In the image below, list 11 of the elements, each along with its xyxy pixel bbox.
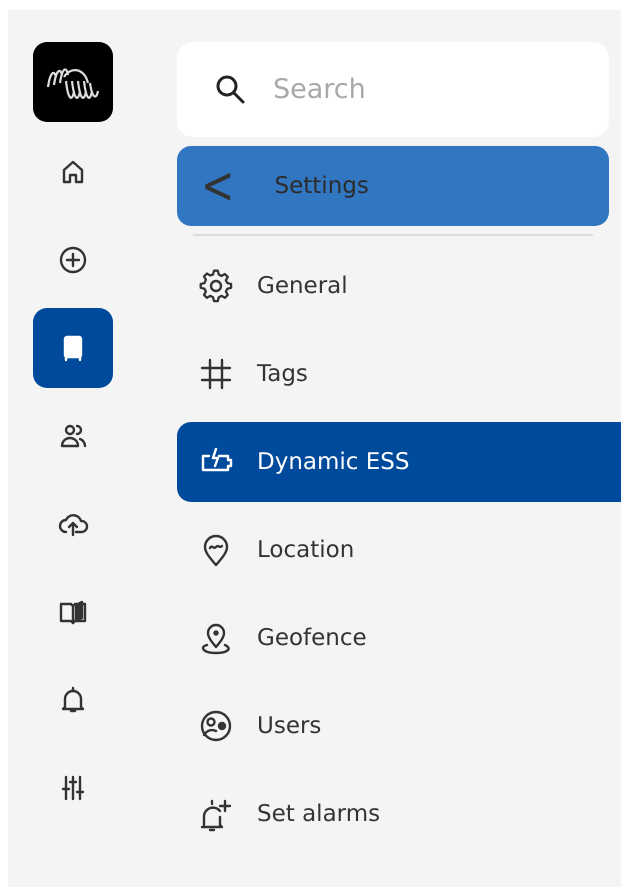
menu-item[interactable]: Tags bbox=[177, 334, 621, 414]
menu-item[interactable]: Location bbox=[177, 510, 621, 590]
menu-item[interactable]: Users bbox=[177, 686, 621, 766]
menu-item[interactable]: Geofence bbox=[177, 598, 621, 678]
menu-item[interactable]: General bbox=[177, 246, 621, 326]
header-title: Settings bbox=[274, 172, 369, 201]
menu-item[interactable]: Set alarms bbox=[177, 774, 621, 854]
search-field[interactable]: Search bbox=[177, 42, 609, 137]
rail-nav-button[interactable] bbox=[33, 308, 113, 388]
logo[interactable] bbox=[33, 42, 113, 122]
menu-item[interactable]: Dynamic ESS bbox=[177, 422, 621, 502]
